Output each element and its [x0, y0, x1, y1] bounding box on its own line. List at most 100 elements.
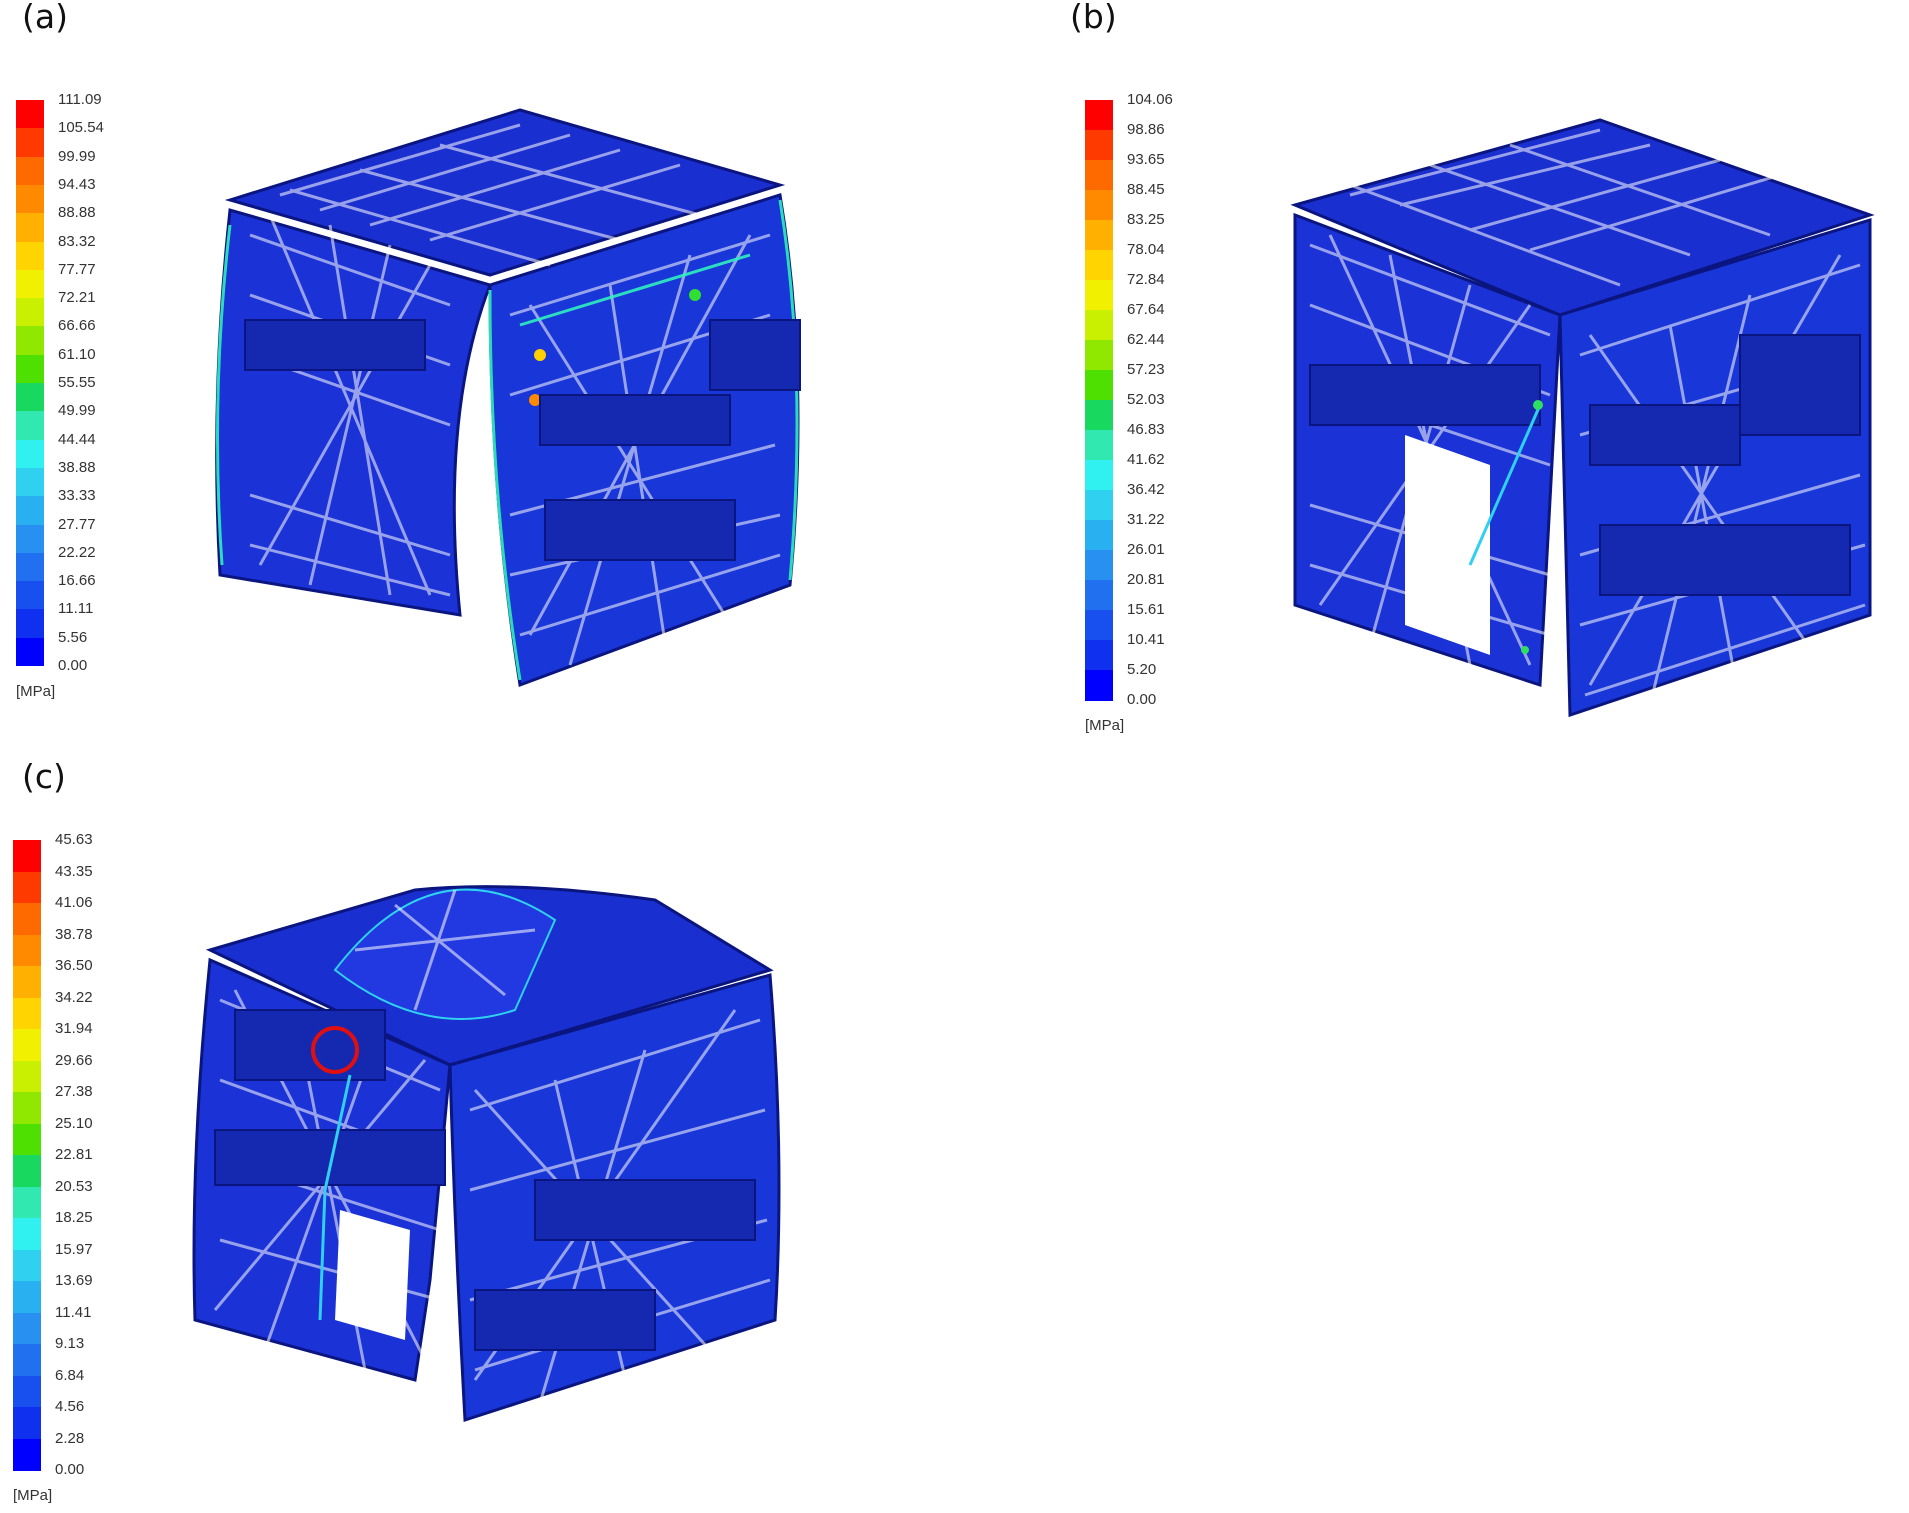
legend-unit: [MPa]	[16, 683, 56, 700]
legend-color-segment	[1085, 580, 1113, 611]
panel-c: (c) 45.63 43.35 41.06 38.78 36.50 34.22 31.94 2…	[0, 760, 820, 1513]
legend-color-segment	[1085, 250, 1113, 281]
legend-color-segment	[16, 637, 44, 667]
legend-color-segment	[13, 1407, 41, 1439]
legend-color-segment	[16, 156, 44, 186]
legend-value: 33.33	[58, 487, 96, 505]
legend-value: 72.21	[58, 289, 96, 307]
legend-value: 5.56	[58, 628, 88, 646]
legend-color-segment	[16, 241, 44, 271]
structure-render-a	[215, 108, 801, 688]
legend-value: 11.11	[58, 600, 94, 618]
legend-value: 88.88	[58, 204, 96, 222]
legend-color-segment	[16, 383, 44, 412]
legend-value: 61.10	[58, 345, 96, 363]
legend-value: 93.65	[1127, 151, 1165, 168]
panel-label-b: (b)	[1070, 0, 1117, 36]
legend-color-segment	[13, 1344, 41, 1376]
legend-value: 0.00	[1127, 691, 1157, 708]
legend-value: 104.06	[1127, 91, 1173, 108]
legend-color-segment	[13, 1438, 41, 1471]
legend-color-segment	[13, 1186, 41, 1219]
legend-value: 105.54	[58, 119, 104, 137]
legend-value: 36.42	[1127, 481, 1165, 498]
legend-color-segment	[16, 213, 44, 242]
legend-value: 46.83	[1127, 421, 1165, 438]
legend-value: 43.35	[55, 862, 93, 880]
legend-color-segment	[1085, 160, 1113, 191]
legend-color-segment	[13, 934, 41, 967]
legend-value: 31.22	[1127, 511, 1165, 528]
legend-color-segment	[13, 997, 41, 1030]
legend-value: 0.00	[58, 657, 88, 674]
legend-value: 20.53	[55, 1177, 93, 1195]
legend-unit: [MPa]	[1085, 717, 1125, 734]
legend-color-segment	[1085, 520, 1113, 551]
legend-value: 34.22	[55, 988, 93, 1006]
legend-value: 13.69	[55, 1272, 93, 1289]
legend-value: 20.81	[1127, 571, 1165, 588]
legend-value: 0.00	[55, 1461, 85, 1478]
legend-value: 66.66	[58, 317, 96, 335]
legend-color-segment	[13, 1375, 41, 1408]
fea-model-c	[175, 860, 815, 1450]
legend-color-segment	[1085, 100, 1113, 131]
legend-value: 57.23	[1127, 361, 1165, 378]
legend-color-segment	[13, 1312, 41, 1345]
legend-value: 83.25	[1127, 211, 1165, 228]
legend-color-segment	[13, 1029, 41, 1061]
legend-color-segment	[1085, 610, 1113, 641]
legend-value: 94.43	[58, 175, 96, 193]
legend-value: 2.28	[55, 1429, 85, 1447]
panel-a: (a) 111.09 105.54 99.99 94.43 88.88 83.32 77.7…	[0, 0, 820, 720]
legend-color-segment	[13, 1218, 41, 1250]
structure-render-c	[192, 885, 781, 1423]
legend-color-segment	[13, 1092, 41, 1124]
legend-value: 18.25	[55, 1209, 93, 1226]
legend-color-segment	[16, 496, 44, 525]
legend-value: 78.04	[1127, 241, 1165, 258]
legend-value: 25.10	[55, 1114, 93, 1132]
legend-color-segment	[16, 298, 44, 327]
panel-label-a: (a)	[22, 0, 68, 36]
legend-value: 52.03	[1127, 391, 1165, 408]
legend-value: 45.63	[55, 831, 93, 848]
legend-value: 38.78	[55, 925, 93, 943]
legend-color-segment	[13, 966, 41, 998]
fea-model-a	[190, 95, 810, 695]
legend-color-segment	[13, 1281, 41, 1313]
legend-color-segment	[16, 269, 44, 299]
legend-color-segment	[16, 128, 44, 158]
legend-color-segment	[1085, 640, 1113, 671]
legend-color-segment	[16, 326, 44, 356]
legend-value: 62.44	[1127, 331, 1165, 348]
legend-value: 36.50	[55, 957, 93, 974]
legend-color-segment	[1085, 430, 1113, 461]
legend-value: 11.41	[55, 1303, 92, 1321]
panel-label-c: (c)	[22, 757, 66, 796]
legend-color-segment	[13, 840, 41, 872]
legend-value: 38.88	[58, 458, 96, 476]
legend-value: 4.56	[55, 1398, 85, 1415]
legend-value: 15.97	[55, 1240, 93, 1258]
legend-value: 22.81	[55, 1146, 93, 1163]
legend-value: 26.01	[1127, 541, 1165, 558]
legend-color-segment	[16, 100, 44, 129]
legend-value: 88.45	[1127, 181, 1165, 198]
legend-color-segment	[13, 1155, 41, 1187]
legend-value: 111.09	[58, 91, 102, 108]
fea-model-b	[1270, 105, 1890, 725]
legend-color-segment	[1085, 280, 1113, 311]
legend-value: 16.66	[58, 572, 96, 590]
legend-value: 31.94	[55, 1020, 93, 1037]
legend-color-segment	[1085, 310, 1113, 341]
legend-value: 41.62	[1127, 451, 1165, 468]
legend-value: 99.99	[58, 147, 96, 165]
legend-value: 72.84	[1127, 271, 1165, 288]
legend-value: 41.06	[55, 894, 93, 911]
legend-value: 22.22	[58, 543, 96, 561]
legend-color-segment	[16, 609, 44, 639]
legend-value: 15.61	[1127, 601, 1165, 618]
legend-color-segment	[13, 871, 41, 904]
legend-color-segment	[1085, 460, 1113, 491]
